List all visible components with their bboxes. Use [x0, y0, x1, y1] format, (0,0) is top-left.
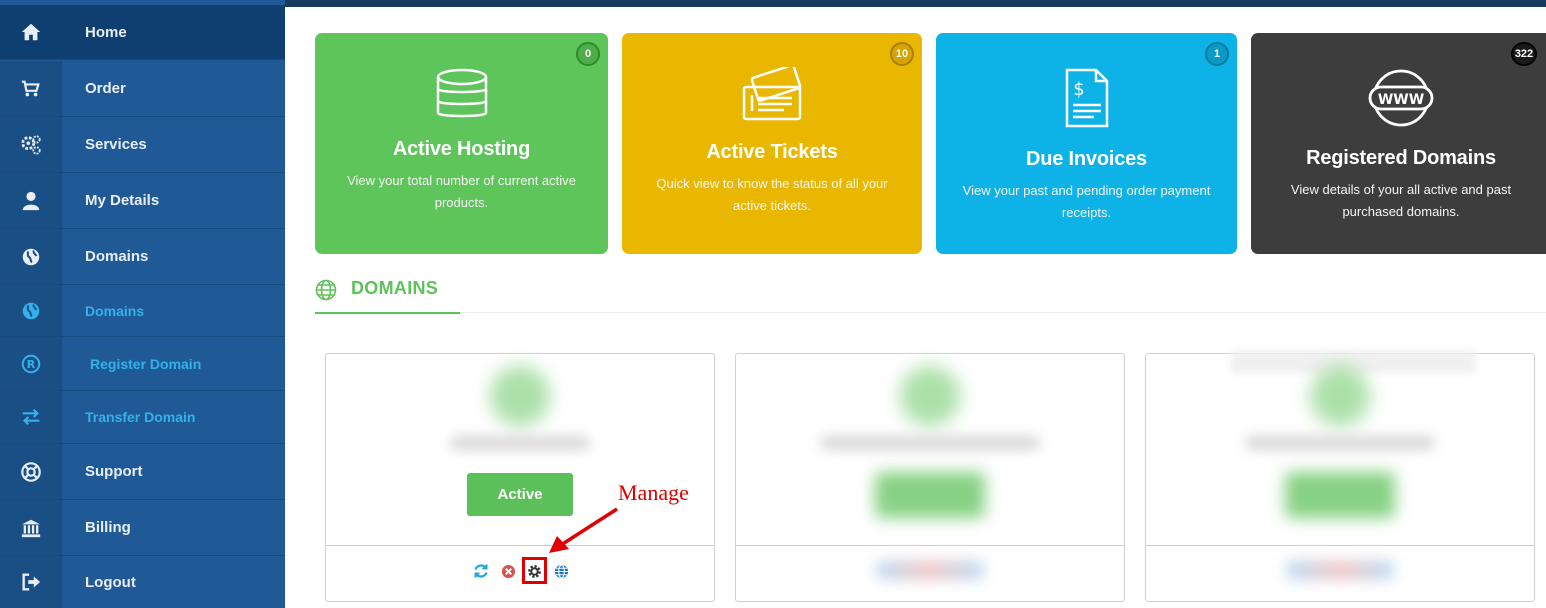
- section-divider: [460, 312, 1546, 313]
- domain-card: [735, 353, 1125, 602]
- sidebar-item-label: Support: [85, 463, 143, 480]
- domain-card: Active: [325, 353, 715, 602]
- count-badge: 0: [576, 42, 600, 66]
- status-button-blurred: [875, 472, 985, 518]
- sidebar-item-label: Order: [85, 80, 126, 97]
- sidebar-item-label: Domains: [85, 248, 149, 265]
- card-title: Registered Domains: [1306, 147, 1496, 169]
- www-icon: WWW: [1368, 67, 1434, 134]
- sidebar: Home Order Services My Details Domains D…: [0, 0, 285, 608]
- card-title: Active Hosting: [392, 138, 531, 160]
- svg-text:$: $: [1073, 79, 1084, 100]
- sidebar-item-home[interactable]: Home: [0, 5, 285, 60]
- sidebar-item-domains[interactable]: Domains: [0, 229, 285, 285]
- count-badge: 10: [890, 42, 914, 66]
- active-tickets-card[interactable]: 10 Active Tickets Quick view to know the…: [622, 33, 922, 254]
- annotation-arrow: [549, 507, 618, 553]
- domain-status-icon-blurred: [1310, 366, 1370, 426]
- sidebar-item-support[interactable]: Support: [0, 444, 285, 500]
- sidebar-item-billing[interactable]: Billing: [0, 500, 285, 556]
- sidebar-item-label: My Details: [85, 192, 160, 209]
- sidebar-subitem-register-domain[interactable]: R Register Domain: [0, 337, 285, 391]
- cart-icon: [0, 61, 62, 116]
- home-icon: [0, 5, 62, 59]
- domains-section-header: DOMAINS: [315, 274, 460, 314]
- sidebar-item-label: Logout: [85, 573, 136, 591]
- card-title: Active Tickets: [706, 141, 838, 163]
- ticket-icon: [740, 64, 804, 128]
- section-title: DOMAINS: [351, 278, 439, 298]
- globe-icon[interactable]: [553, 563, 569, 579]
- card-divider: [736, 545, 1124, 546]
- database-icon: [434, 67, 490, 128]
- sidebar-item-label: Transfer Domain: [85, 409, 196, 425]
- sidebar-subitem-domains[interactable]: Domains: [0, 285, 285, 337]
- top-bar: [285, 0, 1546, 7]
- card-title: Due Invoices: [1026, 148, 1147, 170]
- card-description: View details of your all active and past…: [1290, 182, 1512, 219]
- sidebar-subitem-transfer-domain[interactable]: Transfer Domain: [0, 391, 285, 444]
- svg-text:R: R: [26, 358, 35, 371]
- count-badge: 1: [1205, 42, 1229, 66]
- sidebar-item-logout[interactable]: Logout: [0, 556, 285, 608]
- registered-icon: R: [0, 337, 62, 390]
- sidebar-item-label: Domains: [85, 302, 145, 319]
- globe-icon: [0, 285, 62, 336]
- sidebar-item-label: Register Domain: [90, 355, 202, 372]
- domain-card: [1145, 351, 1535, 602]
- sidebar-item-order[interactable]: Order: [0, 61, 285, 117]
- invoice-icon: $: [1064, 67, 1110, 134]
- globe-icon: [0, 229, 62, 284]
- manage-highlight-box: [522, 557, 547, 584]
- bank-icon: [0, 500, 62, 555]
- sidebar-item-label: Home: [85, 23, 127, 41]
- card-description: View your past and pending order payment…: [962, 183, 1211, 220]
- sidebar-item-label: Services: [85, 136, 147, 153]
- svg-text:WWW: WWW: [1378, 92, 1424, 108]
- gears-icon: [0, 117, 62, 172]
- card-description: View your total number of current active…: [347, 173, 576, 210]
- logout-icon: [0, 556, 62, 608]
- card-description: Quick view to know the status of all you…: [656, 176, 888, 213]
- renew-icon[interactable]: [473, 563, 489, 579]
- globe-icon: [315, 279, 337, 301]
- sidebar-item-services[interactable]: Services: [0, 117, 285, 173]
- registered-domains-card[interactable]: 322 WWW Registered Domains View details …: [1251, 33, 1546, 254]
- due-invoices-card[interactable]: 1 $ Due Invoices View your past and pend…: [936, 33, 1237, 254]
- card-divider: [1146, 545, 1534, 546]
- annotation-label: Manage: [618, 480, 689, 505]
- domain-status-icon-blurred: [490, 366, 550, 426]
- exchange-icon: [0, 391, 62, 443]
- action-icons-blurred: [875, 560, 985, 580]
- sidebar-item-my-details[interactable]: My Details: [0, 173, 285, 229]
- count-badge: 322: [1511, 42, 1537, 66]
- lifebuoy-icon: [0, 444, 62, 499]
- status-button-blurred: [1285, 472, 1395, 518]
- sidebar-item-label: Billing: [85, 519, 131, 536]
- domain-name-blurred: [1245, 436, 1435, 450]
- active-hosting-card[interactable]: 0 Active Hosting View your total number …: [315, 33, 608, 254]
- card-divider: [326, 545, 714, 546]
- cancel-icon[interactable]: [500, 563, 516, 579]
- action-icons-blurred: [1285, 560, 1395, 580]
- domain-name-blurred: [450, 436, 590, 450]
- user-icon: [0, 173, 62, 228]
- domain-status-icon-blurred: [900, 366, 960, 426]
- domain-name-blurred: [820, 436, 1040, 450]
